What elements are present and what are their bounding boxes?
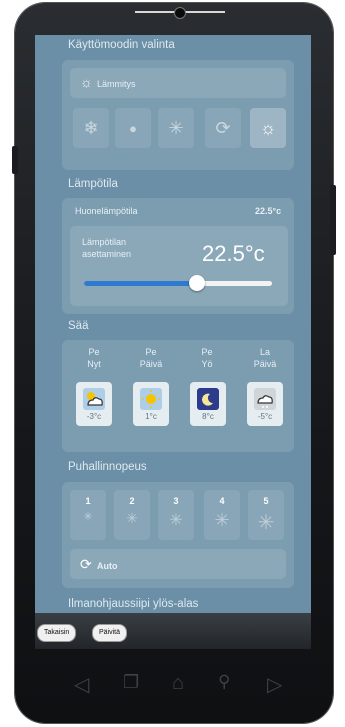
weather-tile: -3°c: [76, 382, 112, 426]
camera-dot: [174, 7, 186, 19]
mode-fan-button[interactable]: ✳: [158, 108, 194, 148]
drop-icon: ●: [129, 120, 137, 136]
cloud-sun-icon: [83, 388, 105, 410]
temperature-section-title: Lämpötila: [68, 178, 118, 190]
weather-tile: 8°c: [190, 382, 226, 426]
fan-speed-1-button[interactable]: 1 ✳: [70, 490, 106, 540]
nav-forward-icon[interactable]: ▷: [267, 672, 282, 697]
snowflake-icon: ❄: [83, 117, 99, 138]
fan-icon: ✳: [168, 117, 184, 138]
weather-day: Pe Nyt: [87, 347, 101, 369]
mode-cool-button[interactable]: ❄: [73, 108, 109, 148]
fan-icon: ✳: [126, 510, 138, 526]
setpoint-label: Lämpötilan asettaminen: [82, 237, 132, 259]
sun-icon: ☼: [259, 117, 277, 138]
temperature-slider-thumb[interactable]: [188, 275, 205, 291]
fan-auto-label: Auto: [97, 561, 118, 571]
back-button[interactable]: Takaisin: [37, 624, 77, 642]
nav-home-icon[interactable]: ⌂: [172, 672, 184, 695]
room-temp-label: Huonelämpötila: [75, 206, 138, 216]
weather-temp: 8°c: [202, 412, 214, 421]
fan-section-title: Puhallinnopeus: [68, 461, 147, 473]
weather-day: Pe Yö: [201, 347, 213, 369]
nav-search-icon[interactable]: ⚲: [218, 672, 230, 692]
weather-day: Pe Päivä: [139, 347, 163, 369]
nav-recents-icon[interactable]: ❐: [123, 672, 139, 693]
room-temp-value: 22.5°c: [255, 206, 282, 216]
nav-back-icon[interactable]: ◁: [74, 672, 89, 697]
power-button: [330, 185, 336, 255]
weather-tile: -5°c: [247, 382, 283, 426]
refresh-button[interactable]: Päivitä: [92, 624, 128, 642]
weather-temp: -5°c: [257, 412, 273, 421]
fan-speed-4-button[interactable]: 4 ✳: [204, 490, 240, 540]
mode-heat-button[interactable]: ☼: [250, 108, 286, 148]
mode-auto-button[interactable]: ⟳: [205, 108, 241, 148]
fan-icon: ✳: [214, 510, 230, 530]
auto-icon: ⟳: [215, 117, 231, 138]
sun-icon: [140, 388, 162, 410]
fan-icon: ✳: [169, 512, 183, 529]
setpoint-value: 22.5°c: [202, 241, 265, 266]
mode-selected-label: Lämmitys: [97, 79, 136, 89]
weather-section-title: Sää: [68, 320, 89, 332]
fan-speed-2-button[interactable]: 2 ✳: [114, 490, 150, 540]
fan-speed-5-button[interactable]: 5 ✳: [248, 490, 284, 540]
weather-temp: -3°c: [86, 412, 102, 421]
volume-button: [12, 146, 18, 174]
sun-icon: ☼: [80, 74, 93, 90]
mode-dry-button[interactable]: ●: [115, 108, 151, 148]
temperature-slider-fill: [84, 281, 197, 286]
fan-speed-3-button[interactable]: 3 ✳: [158, 490, 194, 540]
fan-icon: ✳: [257, 512, 275, 534]
mode-section-title: Käyttömoodin valinta: [68, 39, 175, 51]
bottom-toolbar: [35, 613, 311, 649]
moon-icon: [197, 388, 219, 410]
cloud-snow-icon: [254, 388, 276, 410]
weather-temp: 1°c: [145, 412, 157, 421]
swing-section-title: Ilmanohjaussiipi ylös-alas: [68, 598, 199, 610]
weather-day: La Päivä: [253, 347, 277, 369]
weather-tile: 1°c: [133, 382, 169, 426]
fan-icon: ✳: [83, 511, 93, 523]
auto-icon: ⟳: [80, 556, 92, 572]
